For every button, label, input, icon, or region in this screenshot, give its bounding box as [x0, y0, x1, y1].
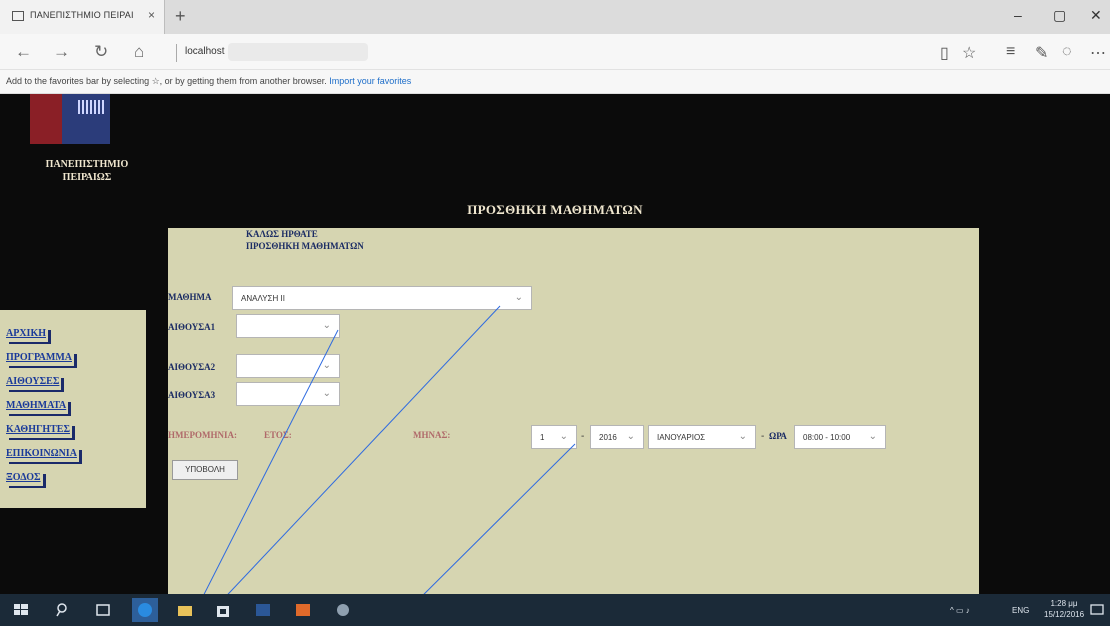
course-select[interactable]: ΑΝΑΛΥΣΗ ΙΙ ⌄ — [232, 286, 532, 310]
address-bar[interactable]: localhost — [185, 46, 224, 57]
chevron-down-icon: ⌄ — [559, 431, 568, 442]
sidebar-item-schedule[interactable]: ΠΡΟΓΡΑΜΜΑ — [6, 352, 74, 366]
close-window-button[interactable]: ✕ — [1090, 7, 1102, 24]
edge-icon — [138, 603, 152, 617]
url-separator — [176, 44, 177, 62]
university-name-line2: ΠΕΙΡΑΙΩΣ — [62, 172, 112, 183]
tab-close-icon[interactable]: × — [148, 8, 155, 22]
submit-button[interactable]: ΥΠΟΒΟΛΗ — [172, 460, 238, 480]
page-icon — [12, 11, 24, 21]
home-icon[interactable]: ⌂ — [134, 42, 144, 62]
room1-select[interactable]: ⌄ — [236, 314, 340, 338]
room2-select[interactable]: ⌄ — [236, 354, 340, 378]
sidebar: ΑΡΧΙΚΗ ΠΡΟΓΡΑΜΜΑ ΑΙΘΟΥΣΕΣ ΜΑΘΗΜΑΤΑ ΚΑΘΗΓ… — [0, 310, 146, 508]
sidebar-item-rooms[interactable]: ΑΙΘΟΥΣΕΣ — [6, 376, 62, 390]
course-select-value: ΑΝΑΛΥΣΗ ΙΙ — [241, 294, 285, 303]
time-select-value: 08:00 - 10:00 — [803, 433, 851, 442]
browser-tab[interactable]: ΠΑΝΕΠΙΣΤΗΜΙΟ ΠΕΙΡΑΙ × — [0, 0, 165, 34]
more-icon[interactable]: ⋯ — [1090, 43, 1106, 63]
year-select[interactable]: 2016 ⌄ — [590, 425, 644, 449]
clock-date: 15/12/2016 — [1044, 610, 1085, 619]
month-select-value: ΙΑΝΟΥΑΡΙΟΣ — [657, 433, 706, 442]
page-title: ΠΡΟΣΘΗΚΗ ΜΑΘΗΜΑΤΩΝ — [467, 202, 643, 217]
import-favorites-link[interactable]: Import your favorites — [329, 76, 411, 86]
favorites-bar: Add to the favorites bar by selecting ☆,… — [0, 70, 1110, 94]
date-label: ΗΜΕΡΟΜΗΝΙΑ: — [168, 430, 237, 440]
web-page: ΠΑΝΕΠΙΣΤΗΜΙΟ ΠΕΙΡΑΙΩΣ ΠΡΟΣΘΗΚΗ ΜΑΘΗΜΑΤΩΝ… — [0, 94, 1110, 594]
logo-grid — [78, 100, 104, 114]
month-label: ΜΗΝΑΣ: — [413, 430, 451, 440]
month-select[interactable]: ΙΑΝΟΥΑΡΙΟΣ ⌄ — [648, 425, 756, 449]
university-name-line1: ΠΑΝΕΠΙΣΤΗΜΙΟ — [45, 159, 129, 170]
edge-taskbar-button[interactable] — [132, 598, 158, 622]
day-select[interactable]: 1 ⌄ — [531, 425, 577, 449]
store-icon[interactable] — [214, 601, 232, 619]
year-label: ΕΤΟΣ: — [264, 430, 292, 440]
time-select[interactable]: 08:00 - 10:00 ⌄ — [794, 425, 886, 449]
university-logo — [30, 94, 110, 144]
sidebar-item-home[interactable]: ΑΡΧΙΚΗ — [6, 328, 48, 342]
reading-view-icon[interactable]: ▯ — [940, 43, 949, 63]
browser-tab-bar: ΠΑΝΕΠΙΣΤΗΜΙΟ ΠΕΙΡΑΙ × + – ▢ ✕ — [0, 0, 1110, 34]
sidebar-item-courses[interactable]: ΜΑΘΗΜΑΤΑ — [6, 400, 69, 414]
day-select-value: 1 — [540, 433, 545, 442]
paint-icon[interactable] — [334, 601, 352, 619]
course-label: ΜΑΘΗΜΑ — [168, 292, 212, 302]
chevron-down-icon: ⌄ — [514, 292, 523, 303]
notes-icon[interactable]: ✎ — [1035, 43, 1048, 63]
notifications-icon[interactable] — [1088, 601, 1106, 619]
welcome-message: ΚΑΛΩΣ ΗΡΘΑΤΕ ΠΡΟΣΘΗΚΗ ΜΑΘΗΜΑΤΩΝ — [246, 228, 364, 252]
taskbar: ^ ▭ ♪ ENG 1:28 μμ 15/12/2016 — [0, 594, 1110, 626]
room3-select[interactable]: ⌄ — [236, 382, 340, 406]
minimize-button[interactable]: – — [1014, 7, 1022, 23]
chevron-down-icon: ⌄ — [868, 431, 877, 442]
hub-icon[interactable]: ≡ — [1006, 43, 1015, 61]
sidebar-item-professors[interactable]: ΚΑΘΗΓΗΤΕΣ — [6, 424, 72, 438]
welcome-line1: ΚΑΛΩΣ ΗΡΘΑΤΕ — [246, 229, 318, 239]
tab-title: ΠΑΝΕΠΙΣΤΗΜΙΟ ΠΕΙΡΑΙ — [30, 10, 134, 20]
refresh-icon[interactable]: ↻ — [94, 42, 108, 62]
time-separator: - — [761, 431, 765, 442]
new-tab-button[interactable]: + — [175, 6, 186, 27]
favorites-hint: Add to the favorites bar by selecting ☆,… — [6, 76, 411, 87]
date-separator: - — [581, 431, 585, 442]
clock-time: 1:28 μμ — [1050, 599, 1078, 608]
windows-start-icon[interactable] — [12, 601, 30, 619]
forward-arrow-icon[interactable]: → — [53, 42, 70, 62]
room1-label: ΑΙΘΟΥΣΑ1 — [168, 322, 216, 332]
star-icon[interactable]: ☆ — [962, 43, 976, 63]
clock[interactable]: 1:28 μμ 15/12/2016 — [1044, 598, 1084, 620]
favorites-text: Add to the favorites bar by selecting ☆,… — [6, 76, 327, 86]
language-indicator[interactable]: ENG — [1012, 606, 1029, 615]
chevron-down-icon: ⌄ — [322, 360, 331, 371]
tray-icons[interactable]: ^ ▭ ♪ — [950, 606, 970, 615]
university-name: ΠΑΝΕΠΙΣΤΗΜΙΟ ΠΕΙΡΑΙΩΣ — [22, 158, 152, 184]
share-icon[interactable]: ◌ — [1062, 43, 1072, 61]
chevron-down-icon: ⌄ — [626, 431, 635, 442]
form-panel: ΚΑΛΩΣ ΗΡΘΑΤΕ ΠΡΟΣΘΗΚΗ ΜΑΘΗΜΑΤΩΝ ΜΑΘΗΜΑ Α… — [168, 228, 979, 594]
time-label: ΩΡΑ — [769, 431, 787, 441]
word-icon[interactable] — [254, 601, 272, 619]
back-arrow-icon[interactable]: ← — [15, 42, 32, 62]
screen: ΠΑΝΕΠΙΣΤΗΜΙΟ ΠΕΙΡΑΙ × + – ▢ ✕ ← → ↻ ⌂ lo… — [0, 0, 1110, 626]
chevron-down-icon: ⌄ — [738, 431, 747, 442]
search-icon[interactable] — [54, 601, 72, 619]
room2-label: ΑΙΘΟΥΣΑ2 — [168, 362, 216, 372]
sidebar-item-contact[interactable]: ΕΠΙΚΟΙΝΩΝΙΑ — [6, 448, 79, 462]
address-redacted — [228, 43, 368, 61]
sidebar-item-exit[interactable]: ΞΟΔΟΣ — [6, 472, 43, 486]
chevron-down-icon: ⌄ — [322, 320, 331, 331]
task-view-icon[interactable] — [94, 601, 112, 619]
chevron-down-icon: ⌄ — [322, 388, 331, 399]
welcome-line2: ΠΡΟΣΘΗΚΗ ΜΑΘΗΜΑΤΩΝ — [246, 241, 364, 251]
file-explorer-icon[interactable] — [176, 601, 194, 619]
maximize-button[interactable]: ▢ — [1053, 7, 1066, 24]
browser-nav-bar: ← → ↻ ⌂ localhost ▯ ☆ ≡ ✎ ◌ ⋯ — [0, 34, 1110, 70]
office-app-icon[interactable] — [294, 601, 312, 619]
room3-label: ΑΙΘΟΥΣΑ3 — [168, 390, 216, 400]
year-select-value: 2016 — [599, 433, 617, 442]
